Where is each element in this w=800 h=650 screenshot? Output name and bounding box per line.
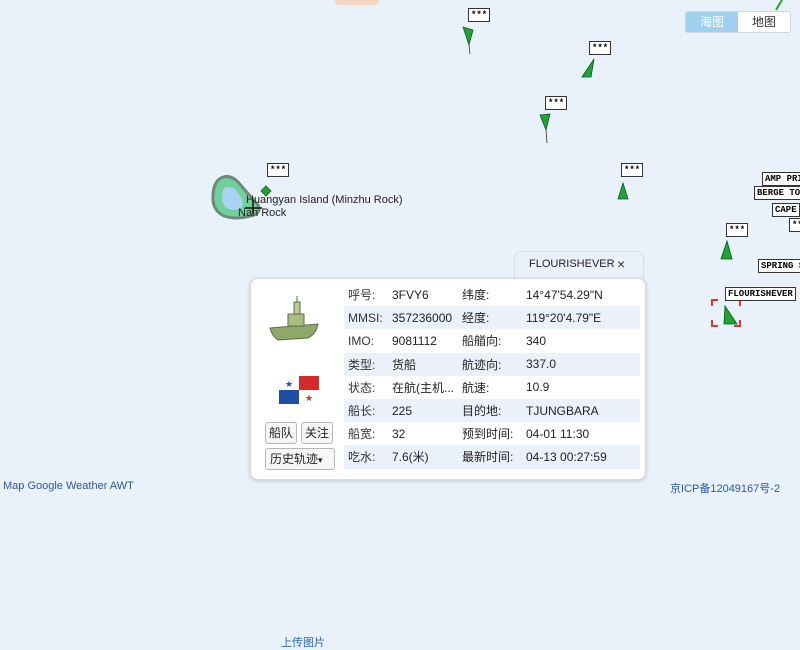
history-track-select[interactable]: 历史轨迹▾	[265, 448, 335, 470]
map-type-switch: 海图 地图	[685, 11, 791, 33]
info-row: 吃水: 7.6(米) 最新时间: 04-13 00:27:59	[344, 445, 640, 469]
info-label: 船艏向:	[462, 334, 502, 349]
info-value: 119°20'4.79"E	[522, 306, 640, 330]
info-value: 32	[392, 426, 406, 441]
info-row: 状态: 在航(主机... 航速: 10.9	[344, 376, 640, 399]
ship-label[interactable]: ***	[621, 163, 644, 177]
info-value: 04-01 11:30	[526, 426, 590, 441]
ship-label[interactable]: CAPE	[772, 203, 800, 217]
ship-label[interactable]: ***	[545, 96, 568, 110]
info-value: 225	[388, 398, 458, 423]
info-value: 14°47'54.29"N	[526, 287, 603, 302]
info-label: 最新时间:	[458, 445, 522, 469]
info-label: 经度:	[458, 306, 522, 330]
info-row: 船宽: 32 预到时间: 04-01 11:30	[344, 422, 640, 445]
ship-label[interactable]: BERGE TOW	[754, 186, 800, 200]
chevron-down-icon: ▾	[318, 455, 323, 465]
info-label: 状态:	[348, 380, 376, 395]
ship-label[interactable]: ***	[468, 8, 491, 22]
info-row: 呼号: 3FVY6 纬度: 14°47'54.29"N	[344, 283, 640, 306]
follow-button[interactable]: 关注	[301, 422, 333, 444]
info-label: 呼号:	[348, 288, 376, 303]
info-row: 船长: 225 目的地: TJUNGBARA	[344, 398, 640, 423]
map-attribution: Map Google Weather AWT	[3, 480, 134, 492]
info-label: 船长:	[344, 398, 388, 423]
ship-info-table: 呼号: 3FVY6 纬度: 14°47'54.29"N MMSI: 357236000 经度…	[344, 283, 640, 469]
island-sublabel: Nan Rock	[238, 207, 287, 219]
info-value: 340	[526, 333, 547, 348]
panama-flag-icon: ★ ★	[279, 376, 319, 404]
info-label: IMO:	[348, 333, 374, 348]
info-row: 类型: 货船 航迹向: 337.0	[344, 352, 640, 376]
popup-title-tab: FLOURISHEVER ×	[514, 251, 644, 279]
info-value: 357236000	[388, 306, 458, 330]
svg-text:★: ★	[305, 393, 313, 403]
ship-thumbnail-icon	[269, 296, 319, 341]
ship-label[interactable]: ***	[726, 223, 749, 237]
info-row: IMO: 9081112 船艏向: 340	[344, 329, 640, 352]
info-value: 货船	[388, 352, 458, 376]
info-row: MMSI: 357236000 经度: 119°20'4.79"E	[344, 306, 640, 330]
info-value: 10.9	[526, 380, 550, 395]
info-value: 3FVY6	[392, 287, 429, 302]
info-value: 7.6(米)	[388, 445, 458, 469]
ship-name: FLOURISHEVER	[529, 258, 615, 270]
ship-label[interactable]: ***	[589, 41, 612, 55]
svg-text:★: ★	[285, 379, 293, 389]
info-label: 船宽:	[348, 427, 376, 442]
history-track-label: 历史轨迹	[270, 452, 319, 466]
tab-map[interactable]: 地图	[738, 12, 790, 32]
ship-label[interactable]: SPRING S	[758, 259, 800, 273]
info-value: TJUNGBARA	[522, 398, 640, 423]
ship-label[interactable]: FLOURISHEVER	[725, 287, 796, 301]
info-label: 吃水:	[344, 445, 388, 469]
close-icon[interactable]: ×	[617, 256, 625, 272]
info-value: 04-13 00:27:59	[522, 445, 640, 469]
ship-label[interactable]: AMP PRI	[762, 172, 800, 186]
info-label: 目的地:	[458, 398, 522, 423]
ship-label[interactable]: ***	[789, 218, 800, 232]
upload-photo-link[interactable]: 上传图片	[279, 634, 327, 650]
info-label: 类型:	[344, 352, 388, 376]
island-label: Huangyan Island (Minzhu Rock)	[246, 194, 403, 206]
info-label: 航速:	[462, 380, 490, 395]
info-label: 纬度:	[462, 288, 490, 303]
info-label: 预到时间:	[462, 427, 514, 442]
tab-chart[interactable]: 海图	[686, 12, 738, 32]
info-label: MMSI:	[344, 306, 388, 330]
fleet-button[interactable]: 船队	[265, 422, 297, 444]
info-value: 在航(主机...	[392, 380, 454, 395]
info-label: 航迹向:	[458, 352, 522, 376]
info-value: 9081112	[392, 333, 437, 348]
ship-label[interactable]: ***	[267, 163, 290, 177]
info-value: 337.0	[522, 352, 640, 376]
